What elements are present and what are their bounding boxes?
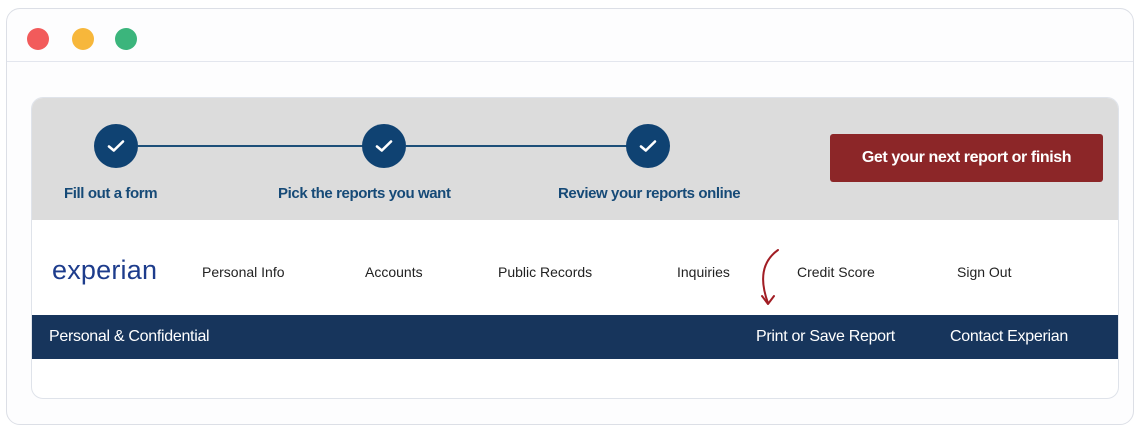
contact-experian-link[interactable]: Contact Experian: [950, 328, 1068, 346]
check-icon: [107, 140, 125, 152]
step-connector: [138, 145, 364, 147]
step-2-complete: [362, 124, 406, 168]
nav-sign-out[interactable]: Sign Out: [957, 264, 1011, 280]
step-connector: [406, 145, 628, 147]
step-1-complete: [94, 124, 138, 168]
next-report-button[interactable]: Get your next report or finish: [830, 134, 1103, 182]
nav-public-records[interactable]: Public Records: [498, 264, 592, 280]
experian-logo[interactable]: experian: [52, 255, 157, 286]
maximize-window-button[interactable]: [115, 28, 137, 50]
report-page: Fill out a form Pick the reports you wan…: [31, 97, 1119, 399]
check-icon: [375, 140, 393, 152]
close-window-button[interactable]: [27, 28, 49, 50]
step-1-label: Fill out a form: [64, 185, 158, 202]
step-3-label: Review your reports online: [558, 185, 741, 202]
progress-steps-panel: Fill out a form Pick the reports you wan…: [32, 98, 1118, 220]
nav-personal-info[interactable]: Personal Info: [202, 264, 285, 280]
step-3-complete: [626, 124, 670, 168]
check-icon: [639, 140, 657, 152]
print-save-report-link[interactable]: Print or Save Report: [756, 328, 895, 346]
window-titlebar: [7, 9, 1133, 62]
personal-confidential-label: Personal & Confidential: [49, 328, 210, 345]
minimize-window-button[interactable]: [72, 28, 94, 50]
nav-accounts[interactable]: Accounts: [365, 264, 423, 280]
nav-inquiries[interactable]: Inquiries: [677, 264, 730, 280]
report-subbar: Personal & Confidential Print or Save Re…: [32, 315, 1118, 359]
nav-credit-score[interactable]: Credit Score: [797, 264, 875, 280]
main-navbar: experian Personal Info Accounts Public R…: [32, 220, 1118, 315]
step-2-label: Pick the reports you want: [278, 185, 451, 202]
